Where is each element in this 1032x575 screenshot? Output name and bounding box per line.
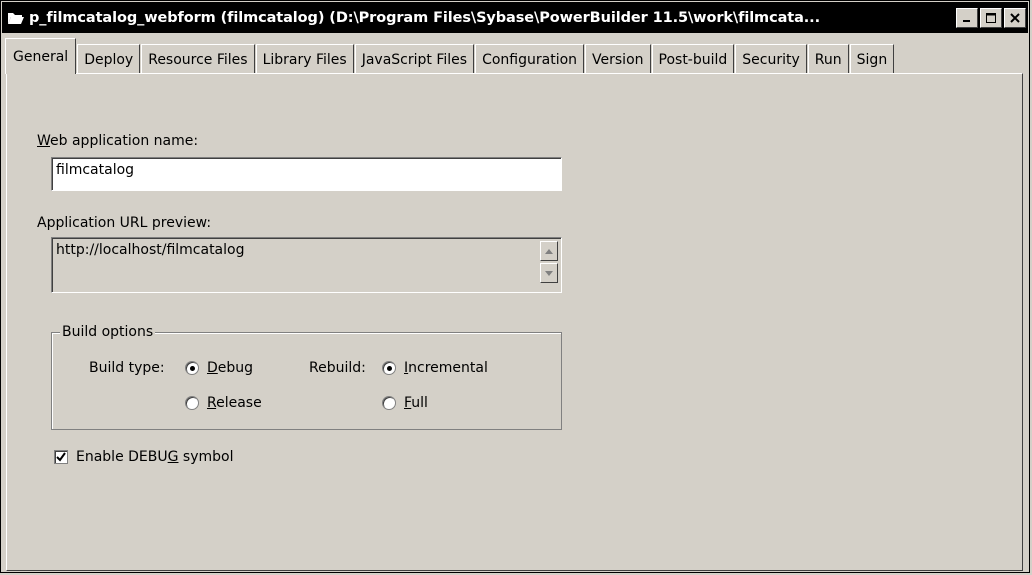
minimize-button[interactable] — [956, 7, 978, 28]
web-app-name-label: Web application name: — [37, 133, 199, 149]
rebuild-label: Rebuild: — [309, 360, 366, 376]
tab-sign[interactable]: Sign — [849, 44, 895, 74]
radio-circle-icon — [382, 361, 396, 375]
url-preview-label: Application URL preview: — [37, 215, 212, 231]
build-options-legend: Build options — [60, 324, 156, 340]
window-title: p_filmcatalog_webform (filmcatalog) (D:\… — [29, 9, 820, 26]
arrow-up-icon — [545, 248, 553, 254]
tab-resource-files[interactable]: Resource Files — [141, 44, 255, 74]
incremental-radio[interactable]: Incremental — [382, 360, 488, 376]
url-preview-field[interactable]: http://localhost/filmcatalog — [51, 237, 562, 293]
tab-general[interactable]: General — [5, 38, 77, 74]
scroll-down-button[interactable] — [540, 263, 558, 283]
url-preview-value: http://localhost/filmcatalog — [56, 242, 245, 258]
maximize-button[interactable] — [980, 7, 1002, 28]
tab-library-files[interactable]: Library Files — [255, 44, 354, 74]
enable-debug-symbol-checkbox[interactable]: Enable DEBUG symbol — [54, 449, 234, 465]
general-tab-panel: Web application name: filmcatalog Applic… — [6, 73, 1023, 571]
full-radio[interactable]: Full — [382, 395, 428, 411]
url-preview-scrollbar[interactable] — [540, 241, 558, 283]
tab-configuration[interactable]: Configuration — [475, 44, 585, 74]
web-app-name-input[interactable]: filmcatalog — [51, 157, 562, 191]
radio-circle-icon — [185, 396, 199, 410]
properties-window: p_filmcatalog_webform (filmcatalog) (D:\… — [0, 0, 1030, 573]
debug-radio[interactable]: Debug — [185, 360, 253, 376]
tab-strip: General Deploy Resource Files Library Fi… — [5, 38, 895, 74]
title-bar[interactable]: p_filmcatalog_webform (filmcatalog) (D:\… — [2, 2, 1028, 33]
checkmark-icon — [54, 450, 68, 464]
arrow-down-icon — [545, 270, 553, 276]
folder-open-icon — [7, 10, 25, 26]
radio-circle-icon — [382, 396, 396, 410]
scroll-up-button[interactable] — [540, 241, 558, 261]
tab-security[interactable]: Security — [735, 44, 807, 74]
tab-deploy[interactable]: Deploy — [77, 44, 141, 74]
tab-post-build[interactable]: Post-build — [651, 44, 735, 74]
build-type-label: Build type: — [89, 360, 165, 376]
build-options-group: Build options Build type: Debug Release … — [51, 324, 562, 430]
radio-circle-icon — [185, 361, 199, 375]
tab-javascript-files[interactable]: JavaScript Files — [354, 44, 475, 74]
close-button[interactable] — [1004, 7, 1026, 28]
release-radio[interactable]: Release — [185, 395, 262, 411]
web-app-name-value: filmcatalog — [56, 162, 135, 178]
tab-version[interactable]: Version — [585, 44, 651, 74]
tab-run[interactable]: Run — [807, 44, 849, 74]
